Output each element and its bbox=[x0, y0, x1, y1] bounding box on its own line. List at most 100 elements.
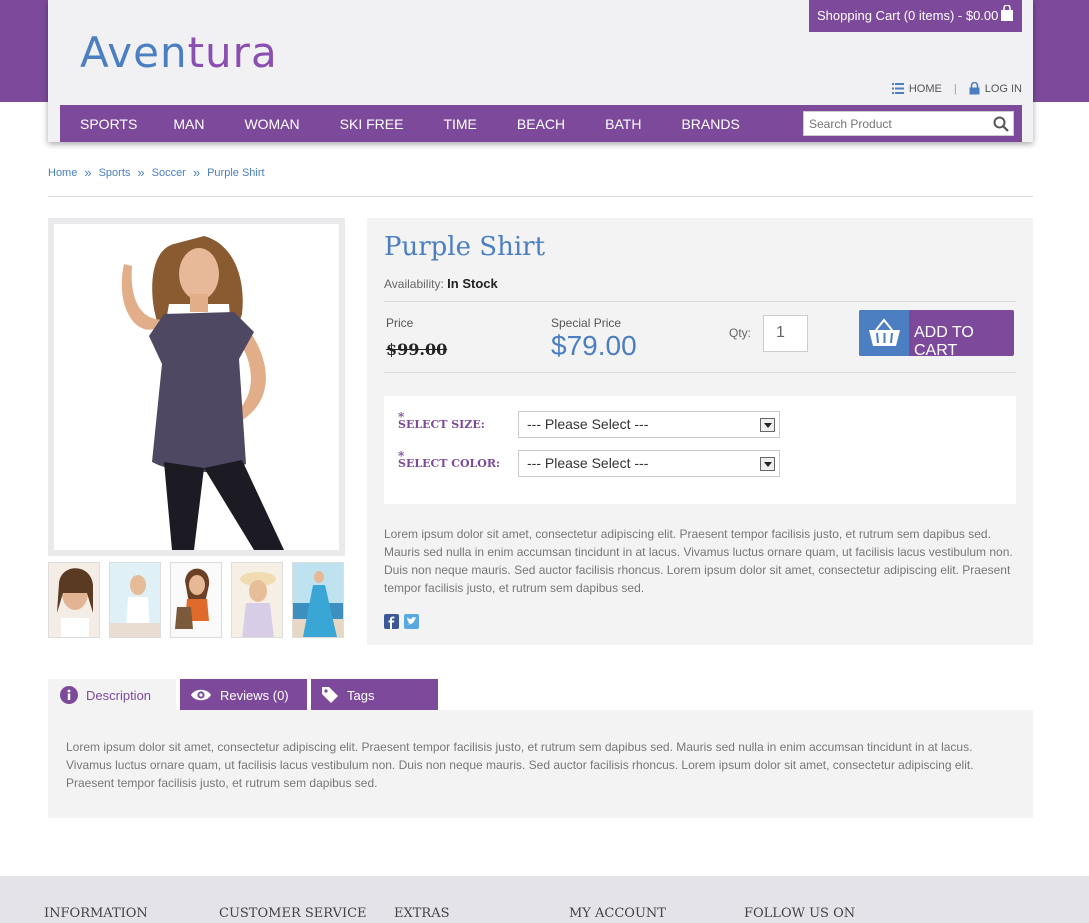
color-label: * SELECT COLOR: bbox=[384, 449, 518, 470]
product-tabs: Description Reviews (0) Tags bbox=[48, 679, 442, 711]
nav-item-bath[interactable]: BATH bbox=[605, 116, 641, 132]
size-label-text: SELECT SIZE: bbox=[398, 418, 485, 431]
footer-heading-follow-us: FOLLOW US ON bbox=[744, 906, 856, 921]
footer-columns: INFORMATION CUSTOMER SERVICE EXTRAS MY A… bbox=[44, 906, 919, 921]
login-link-label: LOG IN bbox=[984, 82, 1022, 95]
special-price-label: Special Price bbox=[551, 316, 622, 330]
availability-value: In Stock bbox=[447, 276, 498, 291]
thumbnail[interactable] bbox=[109, 562, 161, 638]
product-image-frame bbox=[48, 218, 345, 556]
tab-description[interactable]: Description bbox=[48, 679, 176, 711]
footer-heading-extras: EXTRAS bbox=[394, 906, 450, 921]
product-photo bbox=[54, 224, 339, 550]
nav-item-beach[interactable]: BEACH bbox=[517, 116, 565, 132]
size-select-value: --- Please Select --- bbox=[527, 416, 649, 432]
special-price: $79.00 bbox=[551, 330, 637, 361]
tab-reviews[interactable]: Reviews (0) bbox=[180, 679, 307, 711]
short-description: Lorem ipsum dolor sit amet, consectetur … bbox=[384, 527, 1013, 595]
breadcrumb-sports[interactable]: Sports bbox=[99, 167, 131, 179]
footer-heading-information: INFORMATION bbox=[44, 906, 148, 921]
thumbnail[interactable] bbox=[170, 562, 222, 638]
tab-description-label: Description bbox=[86, 687, 152, 703]
home-link[interactable]: HOME bbox=[891, 82, 942, 95]
breadcrumb-home[interactable]: Home bbox=[48, 167, 77, 179]
divider bbox=[48, 196, 1033, 197]
shopping-bag-icon bbox=[1001, 5, 1013, 21]
top-links: HOME | LOG IN bbox=[891, 82, 1022, 95]
info-icon bbox=[60, 686, 78, 704]
twitter-icon[interactable] bbox=[404, 614, 419, 629]
size-option-row: * SELECT SIZE: --- Please Select --- bbox=[384, 410, 780, 438]
color-select-value: --- Please Select --- bbox=[527, 455, 649, 471]
search-box bbox=[803, 111, 1014, 136]
tab-panel-description: Lorem ipsum dolor sit amet, consectetur … bbox=[48, 710, 1033, 818]
thumbnail[interactable] bbox=[292, 562, 344, 638]
divider bbox=[384, 301, 1016, 302]
add-to-cart-button[interactable]: ADD TO CART bbox=[859, 310, 1014, 359]
size-label: * SELECT SIZE: bbox=[384, 410, 518, 431]
lock-icon bbox=[969, 82, 980, 95]
nav-item-brands[interactable]: BRANDS bbox=[681, 116, 739, 132]
required-mark: * bbox=[398, 449, 405, 463]
thumbnail[interactable] bbox=[231, 562, 283, 638]
breadcrumb-separator: » bbox=[192, 165, 201, 180]
facebook-icon[interactable] bbox=[384, 614, 399, 629]
logo[interactable]: Aventura bbox=[80, 28, 278, 77]
footer-heading-my-account: MY ACCOUNT bbox=[569, 906, 666, 921]
color-label-text: SELECT COLOR: bbox=[398, 457, 501, 470]
description-text: Lorem ipsum dolor sit amet, consectetur … bbox=[66, 740, 974, 790]
chevron-down-icon bbox=[760, 418, 775, 432]
logo-part-1: Aven bbox=[80, 28, 188, 77]
cart-label: Shopping Cart (0 items) - $0.00 bbox=[817, 8, 999, 23]
basket-icon bbox=[869, 318, 900, 346]
home-link-label: HOME bbox=[908, 82, 942, 95]
nav-item-sports[interactable]: SPORTS bbox=[80, 116, 137, 132]
required-mark: * bbox=[398, 410, 405, 424]
nav-items: SPORTS MAN WOMAN SKI FREE TIME BEACH BAT… bbox=[80, 105, 740, 142]
basket-icon-box bbox=[859, 310, 910, 356]
divider bbox=[384, 372, 1016, 373]
add-to-cart-label: ADD TO CART bbox=[914, 324, 974, 359]
qty-input[interactable]: 1 bbox=[763, 315, 808, 352]
list-icon bbox=[891, 83, 904, 94]
tab-tags-label: Tags bbox=[347, 687, 375, 703]
nav-item-woman[interactable]: WOMAN bbox=[244, 116, 299, 132]
availability: Availability: In Stock bbox=[384, 276, 498, 291]
thumbnail[interactable] bbox=[48, 562, 100, 638]
price-label: Price bbox=[386, 316, 414, 330]
main-nav: SPORTS MAN WOMAN SKI FREE TIME BEACH BAT… bbox=[60, 105, 1022, 142]
shopping-cart-button[interactable]: Shopping Cart (0 items) - $0.00 bbox=[809, 0, 1022, 32]
search-icon[interactable] bbox=[993, 116, 1009, 132]
nav-item-time[interactable]: TIME bbox=[443, 116, 476, 132]
breadcrumb-current: Purple Shirt bbox=[207, 166, 265, 179]
breadcrumb-separator: » bbox=[137, 165, 145, 180]
product-image[interactable] bbox=[54, 224, 339, 550]
login-link[interactable]: LOG IN bbox=[969, 82, 1022, 95]
breadcrumb-soccer[interactable]: Soccer bbox=[152, 167, 186, 179]
chevron-down-icon bbox=[760, 457, 775, 471]
footer: INFORMATION CUSTOMER SERVICE EXTRAS MY A… bbox=[0, 876, 1089, 923]
product-options: * SELECT SIZE: --- Please Select --- * S… bbox=[384, 396, 1016, 504]
search-input[interactable] bbox=[804, 112, 984, 135]
link-separator: | bbox=[953, 82, 957, 95]
qty-label: Qty: bbox=[729, 326, 752, 340]
product-title: Purple Shirt bbox=[384, 232, 546, 262]
breadcrumb-separator: » bbox=[84, 165, 92, 180]
tag-icon bbox=[322, 687, 338, 703]
availability-label: Availability: bbox=[384, 277, 444, 291]
nav-item-ski-free[interactable]: SKI FREE bbox=[340, 116, 404, 132]
tab-reviews-label: Reviews (0) bbox=[220, 687, 289, 703]
footer-heading-customer-service: CUSTOMER SERVICE bbox=[219, 906, 367, 921]
tab-tags[interactable]: Tags bbox=[311, 679, 438, 711]
logo-part-2: tura bbox=[187, 28, 278, 77]
old-price: $99.00 bbox=[386, 340, 448, 359]
color-select[interactable]: --- Please Select --- bbox=[518, 450, 780, 477]
thumbnail-strip bbox=[48, 562, 353, 638]
social-share bbox=[384, 614, 424, 629]
nav-item-man[interactable]: MAN bbox=[173, 116, 204, 132]
breadcrumb: Home » Sports » Soccer » Purple Shirt bbox=[48, 165, 265, 180]
color-option-row: * SELECT COLOR: --- Please Select --- bbox=[384, 449, 780, 477]
size-select[interactable]: --- Please Select --- bbox=[518, 411, 780, 438]
product-info-panel: Purple Shirt Availability: In Stock Pric… bbox=[367, 218, 1033, 645]
eye-icon bbox=[191, 689, 211, 701]
